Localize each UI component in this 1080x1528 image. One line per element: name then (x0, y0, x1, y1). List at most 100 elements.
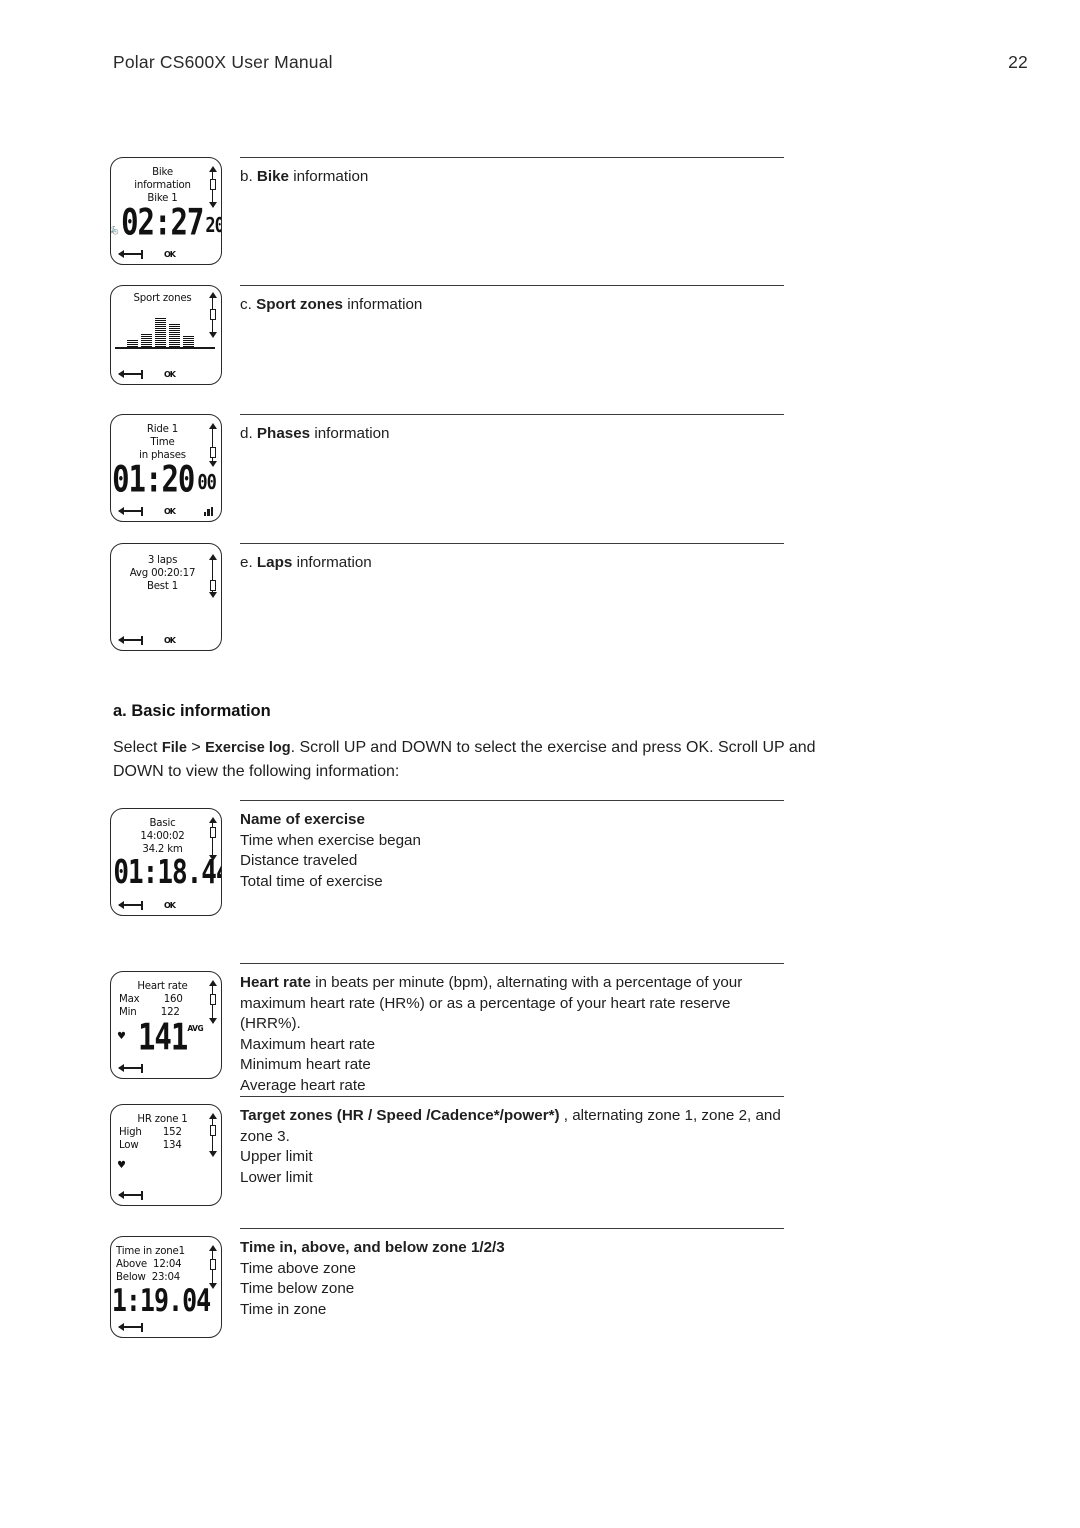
scrollbar-thumb[interactable] (209, 179, 216, 190)
scrollbar-thumb[interactable] (209, 580, 216, 591)
lcd-big-value: 01:20 (112, 457, 195, 501)
softkey-bar: OK (111, 247, 221, 261)
detail-line: Lower limit (240, 1168, 313, 1186)
caption-suffix: information (347, 296, 423, 313)
caption-suffix: information (296, 554, 372, 571)
softkey-bar: OK (111, 504, 221, 518)
caption-bold: Bike (256, 168, 289, 185)
back-arrow-icon[interactable] (118, 1322, 143, 1332)
lcd-big-value: 01:18.44 (113, 854, 222, 892)
lcd-screen-phases: Ride 1 Time in phases 01:20 00 OK (110, 414, 222, 522)
ok-softkey-label[interactable]: OK (164, 250, 176, 259)
lcd-screen-target-zones: HR zone 1 High 152 Low 134 ♥ (110, 1104, 222, 1206)
detail-line: Distance traveled (240, 852, 358, 869)
scrollbar-thumb[interactable] (209, 827, 216, 838)
lcd-screen-phases-slot: Ride 1 Time in phases 01:20 00 OK (110, 414, 222, 522)
menu-exercise-log-label: Exercise log (205, 740, 291, 756)
scrollbar-thumb[interactable] (209, 1125, 216, 1136)
bar-chart-icon[interactable] (203, 506, 213, 516)
caption-prefix: c. (240, 296, 252, 313)
lcd-line: Basic (149, 818, 176, 829)
detail-paragraph: Target zones (HR / Speed /Cadence*/power… (240, 1106, 788, 1147)
scrollbar-indicator[interactable] (208, 554, 217, 598)
scrollbar-indicator[interactable] (208, 423, 217, 467)
divider (240, 1228, 784, 1229)
lcd-screen-target-zones-slot: HR zone 1 High 152 Low 134 ♥ (110, 1104, 222, 1206)
sport-zones-bar-chart (115, 307, 215, 349)
back-arrow-icon[interactable] (118, 1190, 143, 1200)
lcd-line: Low 134 (119, 1140, 182, 1151)
lcd-big-value: 1:19.04 (111, 1282, 211, 1319)
ok-softkey-label[interactable]: OK (164, 901, 176, 910)
detail-paragraph-bold: Target zones (HR / Speed /Cadence*/power… (240, 1107, 560, 1124)
lcd-line: Bike (152, 167, 173, 178)
back-arrow-icon[interactable] (118, 506, 143, 516)
lcd-screen-time-in-zone: Time in zone1 Above 12:04 Below 23:04 1:… (110, 1236, 222, 1338)
scrollbar-indicator[interactable] (208, 980, 217, 1024)
divider (240, 414, 784, 415)
ok-softkey-label[interactable]: OK (164, 636, 176, 645)
lcd-big-value: 02:27 (121, 200, 204, 244)
detail-line: Time in zone (240, 1300, 327, 1318)
scrollbar-thumb[interactable] (209, 994, 216, 1005)
manual-title: Polar CS600X User Manual (113, 52, 333, 72)
lcd-screen-basic: Basic 14:00:02 34.2 km 🚲 01:18.44 OK (110, 808, 222, 916)
avg-indicator: AVG (187, 1024, 204, 1033)
lcd-screen-sport-zones: Sport zones OK (110, 285, 222, 385)
back-arrow-icon[interactable] (118, 369, 143, 379)
back-arrow-icon[interactable] (118, 249, 143, 259)
chevron-down-icon (208, 461, 217, 467)
bicycle-icon: 🚲 (111, 873, 112, 885)
lcd-line: Avg 00:20:17 (129, 568, 196, 579)
scrollbar-thumb[interactable] (209, 1259, 216, 1270)
lcd-big-value: 141 (137, 1015, 188, 1059)
lcd-line: Time (150, 437, 175, 448)
divider (240, 1096, 784, 1097)
divider (240, 543, 784, 544)
detail-paragraph: Heart rate in beats per minute (bpm), al… (240, 973, 788, 1035)
scrollbar-indicator[interactable] (208, 1113, 217, 1157)
lcd-line: 3 laps (147, 555, 178, 566)
detail-line: Time above zone (240, 1259, 356, 1277)
detail-text-time-in-zone: Time in, above, and below zone 1/2/3 Tim… (240, 1228, 788, 1320)
caption-prefix: b. (240, 168, 253, 185)
lcd-line: information (134, 180, 191, 191)
page-title: a. Basic information (113, 702, 271, 720)
heart-icon: ♥ (117, 1031, 126, 1042)
lcd-screen-heart-rate: Heart rate Max 160 Min 122 ♥ 141 AVG (110, 971, 222, 1079)
detail-line: Minimum heart rate (240, 1056, 371, 1073)
lcd-line: 14:00:02 (140, 831, 185, 842)
paragraph-text-1: Select (113, 739, 162, 756)
divider (240, 285, 784, 286)
page-header: Polar CS600X User Manual 22 (113, 52, 1028, 73)
caption-sport-zones: c. Sport zones information (240, 285, 788, 316)
caption-phases: d. Phases information (240, 414, 788, 445)
ok-softkey-label[interactable]: OK (164, 507, 176, 516)
scrollbar-thumb[interactable] (209, 447, 216, 458)
back-arrow-icon[interactable] (118, 900, 143, 910)
lcd-line: High 152 (119, 1127, 182, 1138)
divider (240, 157, 784, 158)
softkey-bar (111, 1320, 221, 1334)
caption-bold: Laps (256, 554, 293, 571)
softkey-bar: OK (111, 367, 221, 381)
detail-line: Average heart rate (240, 1076, 366, 1094)
menu-file-label: File (161, 740, 187, 756)
scrollbar-indicator[interactable] (208, 166, 217, 208)
detail-line: Time in, above, and below zone 1/2/3 (240, 1239, 505, 1256)
lcd-screen-bike-slot: Bike information Bike 1 🚲 02:27 20 (110, 157, 222, 265)
caption-prefix: d. (240, 425, 253, 442)
caption-bold: Phases (256, 425, 311, 442)
ok-softkey-label[interactable]: OK (164, 370, 176, 379)
lcd-line: HR zone 1 (137, 1114, 188, 1125)
chevron-down-icon (208, 1018, 217, 1024)
caption-prefix: e. (240, 554, 253, 571)
lcd-line: Sport zones (133, 293, 192, 304)
detail-line: Upper limit (240, 1148, 313, 1165)
page-number: 22 (1008, 52, 1028, 72)
lcd-screen-laps-slot: 3 laps Avg 00:20:17 Best 1 OK (110, 543, 222, 651)
back-arrow-icon[interactable] (118, 635, 143, 645)
caption-laps: e. Laps information (240, 543, 788, 574)
lcd-line: Above 12:04 (116, 1259, 182, 1270)
back-arrow-icon[interactable] (118, 1063, 143, 1073)
